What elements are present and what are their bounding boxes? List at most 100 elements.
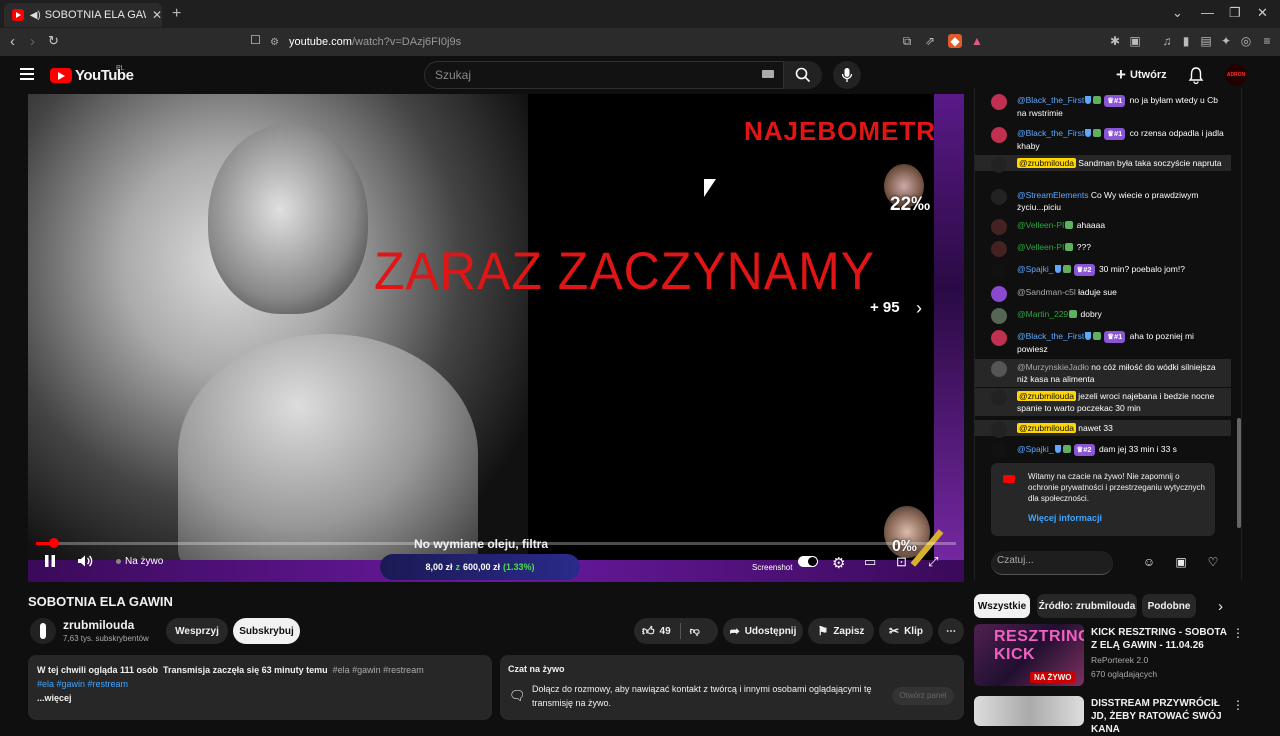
more-vert-icon[interactable]: ⋮	[1232, 698, 1244, 712]
miniplayer-button[interactable]: ▭	[864, 554, 876, 570]
chat-avatar[interactable]	[991, 127, 1007, 143]
related-title[interactable]: DISSTREAM PRZYWRÓCIŁ JD, ŻEBY RATOWAĆ SW…	[1091, 697, 1231, 736]
emoji-icon[interactable]: ☺	[1141, 554, 1157, 570]
channel-name[interactable]: zrubmilouda	[63, 618, 134, 632]
chat-scrollbar[interactable]	[1237, 418, 1241, 528]
chat-avatar[interactable]	[991, 263, 1007, 279]
hashtags[interactable]: #ela #gawin #restream	[37, 679, 128, 689]
more-actions-button[interactable]: ⋯	[938, 618, 964, 644]
settings-button[interactable]: ⚙	[832, 554, 845, 572]
voice-search-button[interactable]	[833, 61, 861, 89]
related-thumbnail[interactable]	[974, 696, 1084, 726]
live-indicator[interactable]: Na żywo	[116, 556, 163, 567]
youtube-logo-icon[interactable]	[50, 68, 72, 83]
chip-similar[interactable]: Podobne	[1142, 594, 1196, 618]
clip-button[interactable]: ✂ Klip	[879, 618, 933, 644]
chat-author[interactable]: @Velleen-PI	[1017, 220, 1064, 230]
like-button[interactable]: 👍︎ 49	[642, 624, 671, 639]
account-avatar[interactable]: ADRON	[1225, 64, 1247, 86]
open-panel-button[interactable]: Otwórz panel	[892, 687, 954, 705]
sidebar-icon[interactable]: ▮	[1179, 34, 1193, 48]
chat-avatar[interactable]	[991, 390, 1007, 406]
chat-input[interactable]: Czatuj...	[991, 551, 1113, 575]
close-window-icon[interactable]: ✕	[1257, 5, 1268, 21]
chat-avatar[interactable]	[991, 241, 1007, 257]
chat-author[interactable]: @Spajki_	[1017, 444, 1054, 454]
chat-avatar[interactable]	[991, 361, 1007, 377]
heart-icon[interactable]: ♡	[1205, 554, 1221, 570]
related-title[interactable]: KICK RESZTRING - SOBOTA Z ELĄ GAWIN - 11…	[1091, 626, 1231, 652]
chat-author[interactable]: @Martin_229	[1017, 309, 1068, 319]
search-button[interactable]	[784, 61, 822, 89]
extensions-icon[interactable]: ✱	[1108, 34, 1122, 48]
video-player[interactable]: ZARAZ ZACZYNAMY NAJEBOMETR 22‰ + 95 › 0‰…	[28, 94, 964, 582]
subscribe-button[interactable]: Subskrybuj	[233, 618, 300, 644]
chip-source[interactable]: Źródło: zrubmilouda	[1037, 594, 1137, 618]
chat-avatar[interactable]	[991, 422, 1007, 438]
chat-avatar[interactable]	[991, 157, 1007, 173]
chip-all[interactable]: Wszystkie	[974, 594, 1030, 618]
share-button[interactable]: ➦ Udostępnij	[723, 618, 803, 644]
chat-author[interactable]: @Velleen-PI	[1017, 242, 1064, 252]
description-box[interactable]: W tej chwili ogląda 111 osób Transmisja …	[28, 655, 492, 720]
open-in-app-icon[interactable]: ⧉	[900, 34, 914, 48]
chat-author[interactable]: @zrubmilouda	[1017, 391, 1076, 401]
url-field[interactable]: ⚙ youtube.com/watch?v=DAzj6FI0j9s	[270, 32, 990, 52]
progress-bar[interactable]	[36, 538, 956, 548]
welcome-more-link[interactable]: Więcej informacji	[1028, 513, 1102, 524]
support-button[interactable]: Wesprzyj	[166, 618, 228, 644]
related-thumbnail[interactable]: RESZTRING KICK NA ŻYWO	[974, 624, 1084, 686]
chat-avatar[interactable]	[991, 219, 1007, 235]
more-vert-icon[interactable]: ⋮	[1232, 626, 1244, 640]
forward-icon[interactable]: ›	[30, 33, 35, 50]
more-link[interactable]: ...więcej	[37, 693, 72, 703]
chat-author[interactable]: @Black_the_First	[1017, 128, 1084, 138]
browser-tab[interactable]: ◀) SOBOTNIA ELA GAWIN - You ✕	[4, 3, 162, 27]
chat-avatar[interactable]	[991, 308, 1007, 324]
pause-button[interactable]	[44, 554, 56, 568]
create-button[interactable]: + Utwórz	[1116, 64, 1167, 86]
chat-avatar[interactable]	[991, 330, 1007, 346]
menu-hamburger-icon[interactable]	[20, 68, 34, 80]
speaker-icon[interactable]: ◀)	[30, 10, 41, 21]
chat-avatar[interactable]	[991, 189, 1007, 205]
related-channel[interactable]: RePorterek 2.0	[1091, 655, 1148, 665]
chat-author[interactable]: @zrubmilouda	[1017, 423, 1076, 433]
chat-author[interactable]: @zrubmilouda	[1017, 158, 1076, 168]
leo-icon[interactable]: ✦	[1219, 34, 1233, 48]
channel-avatar[interactable]	[30, 618, 56, 644]
chat-avatar[interactable]	[991, 94, 1007, 110]
minimize-icon[interactable]: —	[1201, 5, 1214, 20]
brave-rewards-icon[interactable]: ▲	[970, 34, 984, 48]
vpn-icon[interactable]: ◎	[1239, 34, 1253, 48]
chevron-down-icon[interactable]: ⌄	[1172, 5, 1183, 21]
brave-shield-icon[interactable]: ◆	[948, 34, 962, 48]
chat-author[interactable]: @Black_the_First	[1017, 331, 1084, 341]
maximize-icon[interactable]: ❐	[1229, 5, 1241, 21]
chips-next-icon[interactable]: ›	[1218, 598, 1223, 615]
close-tab-icon[interactable]: ✕	[152, 8, 162, 22]
notifications-bell-icon[interactable]	[1188, 66, 1204, 84]
save-button[interactable]: ⚑ Zapisz	[808, 618, 874, 644]
share-icon[interactable]: ⇗	[923, 34, 937, 48]
chat-avatar[interactable]	[991, 443, 1007, 459]
super-chat-icon[interactable]: ▣	[1173, 554, 1189, 570]
chat-author[interactable]: @MurzynskieJadło	[1017, 362, 1089, 372]
new-tab-icon[interactable]: +	[172, 5, 181, 23]
chat-author[interactable]: @Black_the_First	[1017, 95, 1084, 105]
keyboard-icon[interactable]	[762, 70, 774, 78]
reload-icon[interactable]: ↻	[48, 33, 59, 49]
back-icon[interactable]: ‹	[10, 33, 15, 50]
wallet-icon[interactable]: ▣	[1128, 34, 1142, 48]
fullscreen-button[interactable]: ⤢	[928, 554, 938, 570]
chat-author[interactable]: @StreamElements	[1017, 190, 1088, 200]
volume-button[interactable]	[77, 554, 93, 568]
cast-button[interactable]: ⊡	[896, 554, 907, 570]
bookmark-icon[interactable]: ☐	[250, 33, 261, 47]
music-icon[interactable]: ♫	[1160, 34, 1174, 48]
site-info-icon[interactable]: ⚙	[270, 37, 279, 48]
chevron-right-icon[interactable]: ›	[916, 298, 922, 319]
chat-author[interactable]: @Sandman-c5l	[1017, 287, 1076, 297]
menu-icon[interactable]: ≡	[1260, 34, 1274, 48]
chat-author[interactable]: @Spajki_	[1017, 264, 1054, 274]
